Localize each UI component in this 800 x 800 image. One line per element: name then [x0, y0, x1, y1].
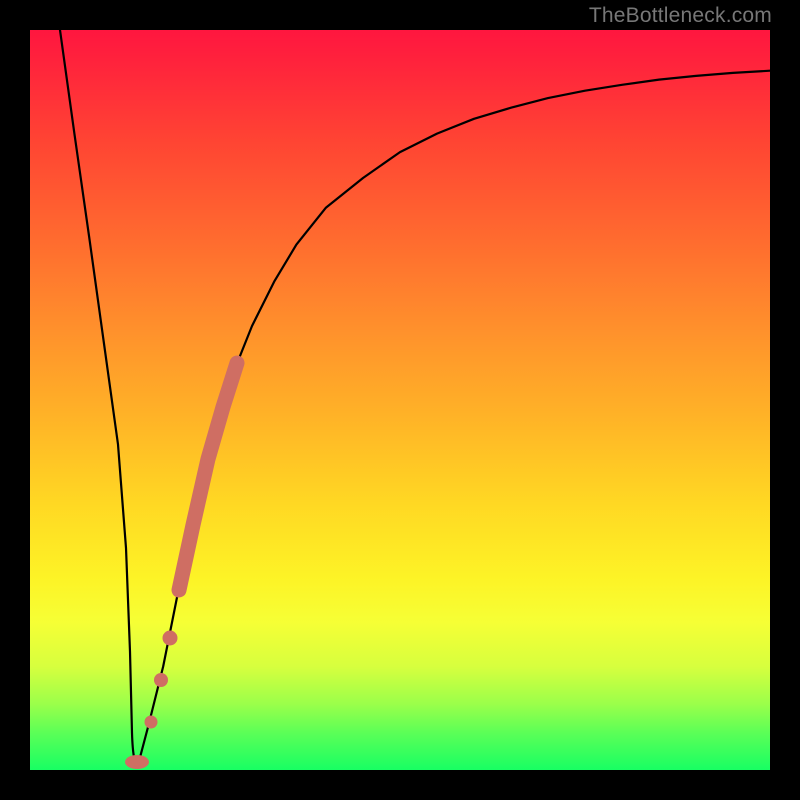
plot-area	[30, 30, 770, 770]
bottleneck-curve	[60, 30, 770, 765]
watermark-text: TheBottleneck.com	[589, 4, 772, 28]
salmon-segment	[179, 363, 237, 590]
salmon-dot-upper	[163, 631, 178, 646]
salmon-dot-mid	[154, 673, 168, 687]
salmon-dot-lower	[145, 716, 158, 729]
chart-frame: TheBottleneck.com	[0, 0, 800, 800]
salmon-dot-bottom	[125, 755, 149, 769]
chart-svg	[30, 30, 770, 770]
